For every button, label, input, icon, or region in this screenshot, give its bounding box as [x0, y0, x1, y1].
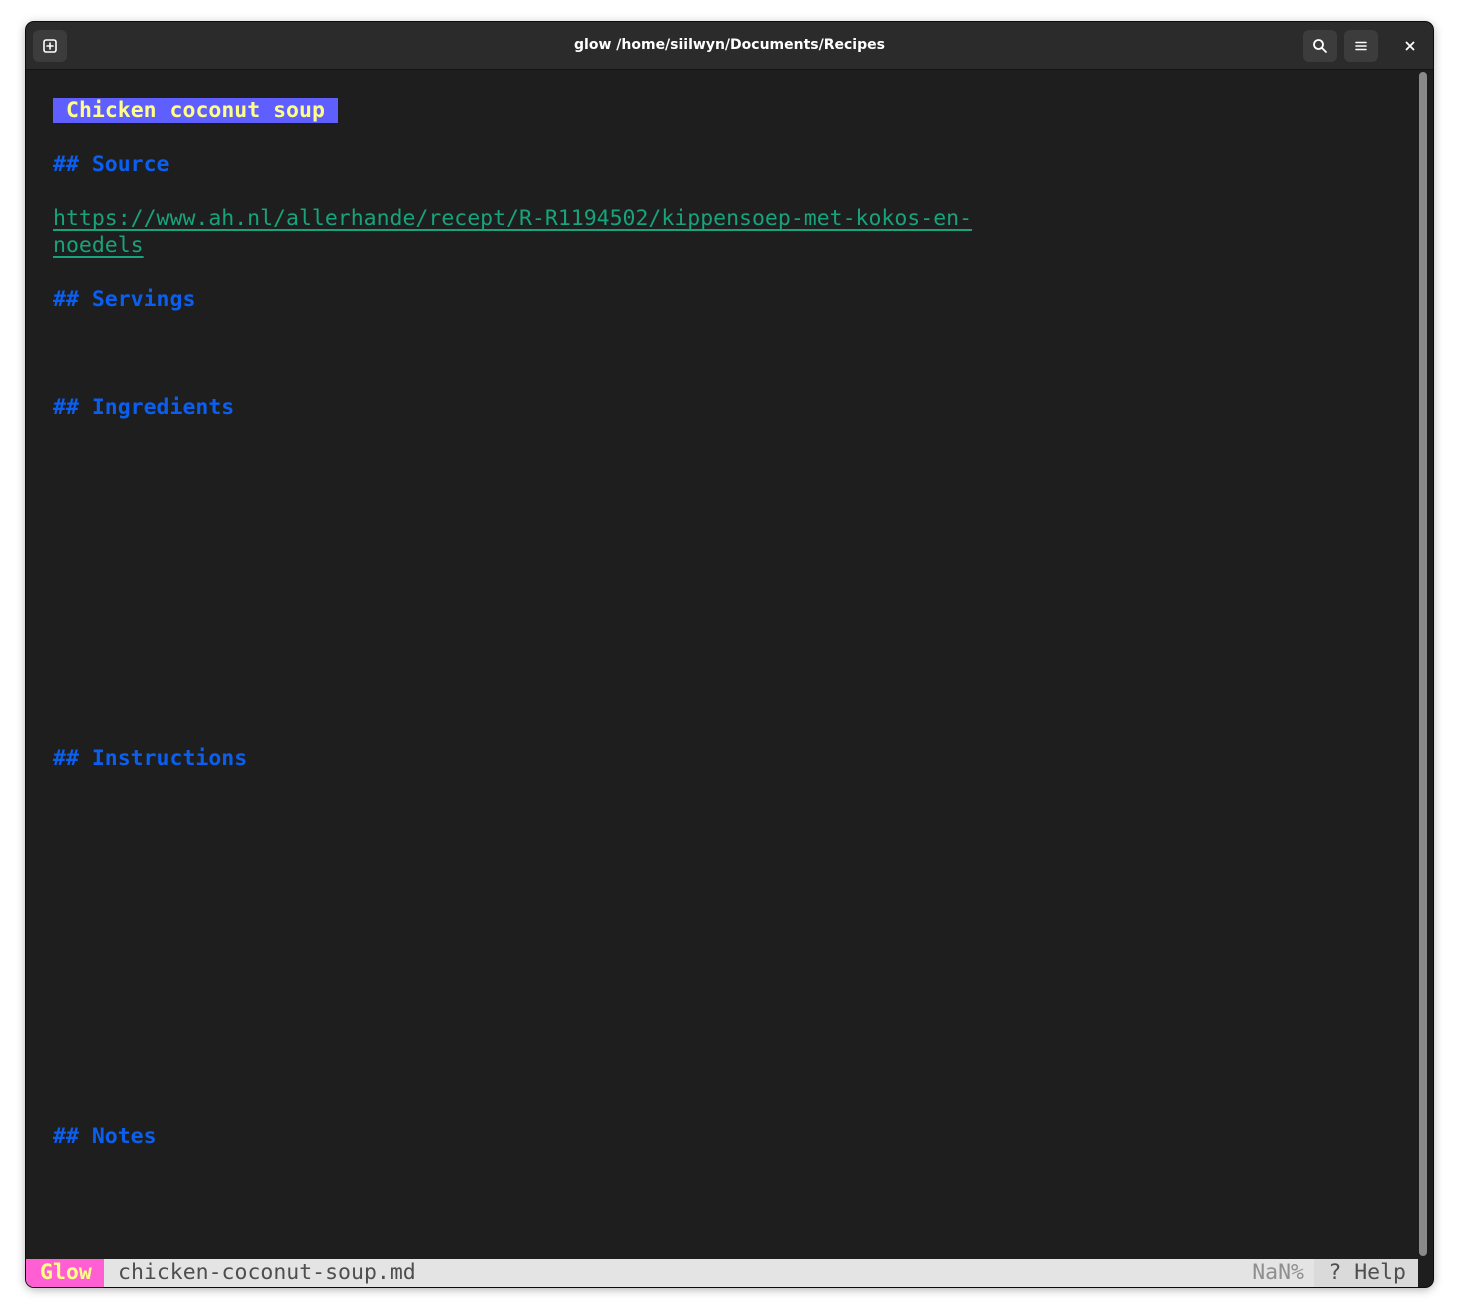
- heading-ingredients: ## Ingredients: [53, 395, 235, 420]
- status-scroll-percent: NaN%: [1252, 1260, 1304, 1285]
- heading-instructions: ## Instructions: [53, 746, 248, 771]
- document-title: Chicken coconut soup: [53, 98, 338, 123]
- heading-servings: ## Servings: [53, 287, 196, 312]
- source-link-line-2[interactable]: noedels: [53, 232, 144, 259]
- markdown-viewport[interactable]: Chicken coconut soup ## Source https://w…: [26, 70, 1433, 1259]
- heading-source: ## Source: [53, 152, 170, 177]
- titlebar: glow /home/siilwyn/Documents/Recipes: [26, 22, 1433, 70]
- scrollbar[interactable]: [1419, 72, 1427, 1256]
- status-app-badge: Glow: [26, 1259, 104, 1287]
- status-filename: chicken-coconut-soup.md: [118, 1260, 416, 1285]
- close-icon: [1405, 41, 1415, 51]
- window-title: glow /home/siilwyn/Documents/Recipes: [574, 37, 885, 53]
- search-button[interactable]: [1303, 30, 1337, 62]
- hamburger-menu-icon: [1355, 41, 1367, 51]
- help-button[interactable]: ? Help: [1314, 1259, 1418, 1287]
- search-icon: [1313, 39, 1327, 53]
- status-bar: Glow chicken-coconut-soup.md NaN% ? Help: [26, 1259, 1418, 1287]
- close-button[interactable]: [1393, 30, 1427, 62]
- menu-button[interactable]: [1344, 30, 1378, 62]
- source-link-line-1[interactable]: https://www.ah.nl/allerhande/recept/R-R1…: [53, 205, 972, 232]
- terminal-window: glow /home/siilwyn/Documents/Recipes Chi…: [26, 22, 1433, 1287]
- heading-notes: ## Notes: [53, 1124, 157, 1149]
